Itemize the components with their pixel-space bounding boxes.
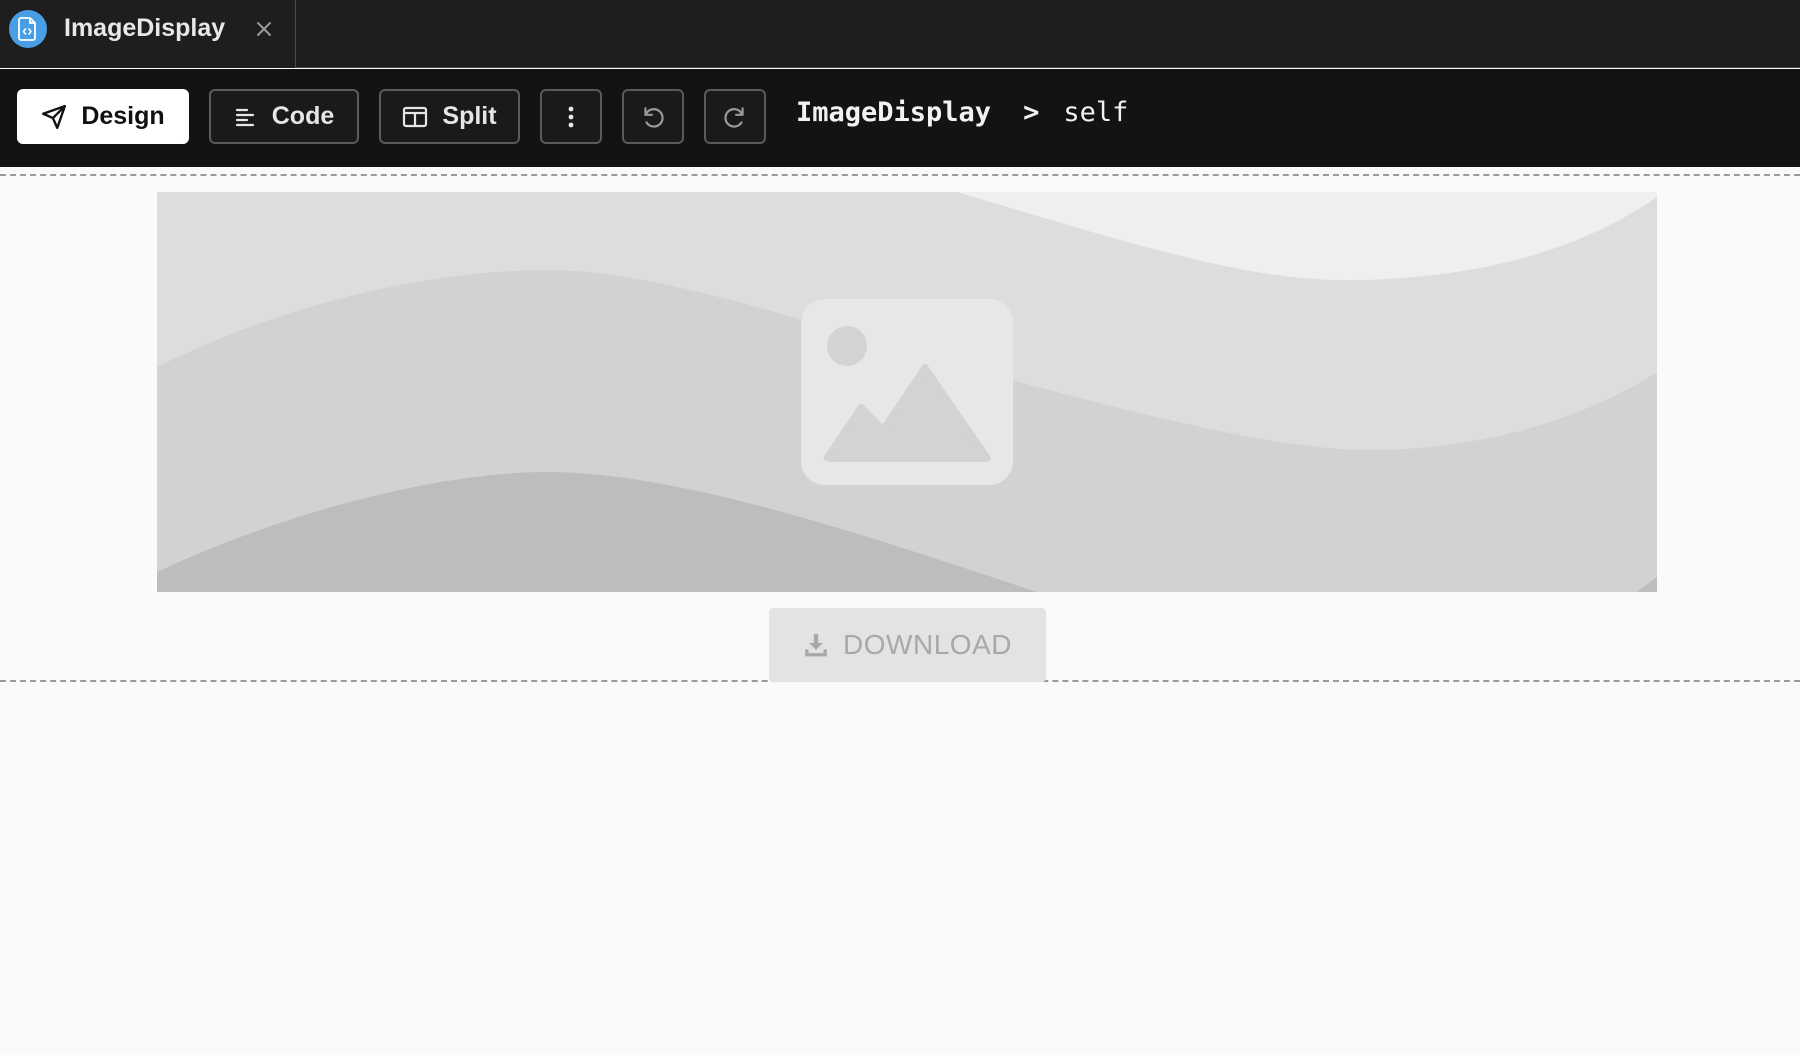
more-options-button[interactable] xyxy=(540,89,602,144)
tab-imagedisplay[interactable]: ImageDisplay xyxy=(0,0,296,68)
code-file-icon xyxy=(9,10,47,48)
undo-icon xyxy=(644,106,664,128)
editor-toolbar: Design Code Split ImageDisplay > self xyxy=(0,69,1800,167)
split-view-icon xyxy=(403,106,428,127)
download-label: DOWNLOAD xyxy=(843,629,1012,660)
undo-button[interactable] xyxy=(622,89,684,144)
breadcrumb: ImageDisplay > self xyxy=(796,97,1128,128)
code-mode-button[interactable]: Code xyxy=(209,89,359,144)
design-canvas: DOWNLOAD xyxy=(0,168,1800,1055)
split-mode-label: Split xyxy=(442,102,497,130)
download-button[interactable]: DOWNLOAD xyxy=(769,608,1046,682)
design-mode-button[interactable]: Design xyxy=(17,89,189,144)
image-display[interactable] xyxy=(157,192,1657,592)
component-frame[interactable]: DOWNLOAD xyxy=(0,174,1800,682)
image-placeholder-icon xyxy=(801,299,1013,485)
redo-icon xyxy=(724,106,744,128)
tab-title: ImageDisplay xyxy=(64,14,226,42)
breadcrumb-leaf[interactable]: self xyxy=(1063,97,1128,128)
redo-button[interactable] xyxy=(704,89,766,144)
split-mode-button[interactable]: Split xyxy=(379,89,520,144)
design-mode-label: Design xyxy=(81,102,165,130)
tab-bar: ImageDisplay xyxy=(0,0,1800,68)
download-icon xyxy=(805,634,827,657)
close-icon[interactable] xyxy=(252,14,276,44)
send-icon xyxy=(42,104,67,129)
text-align-icon xyxy=(235,108,254,126)
more-vertical-icon xyxy=(568,106,574,127)
code-mode-label: Code xyxy=(271,102,335,130)
breadcrumb-separator: > xyxy=(1023,97,1040,128)
breadcrumb-root[interactable]: ImageDisplay xyxy=(796,97,991,128)
